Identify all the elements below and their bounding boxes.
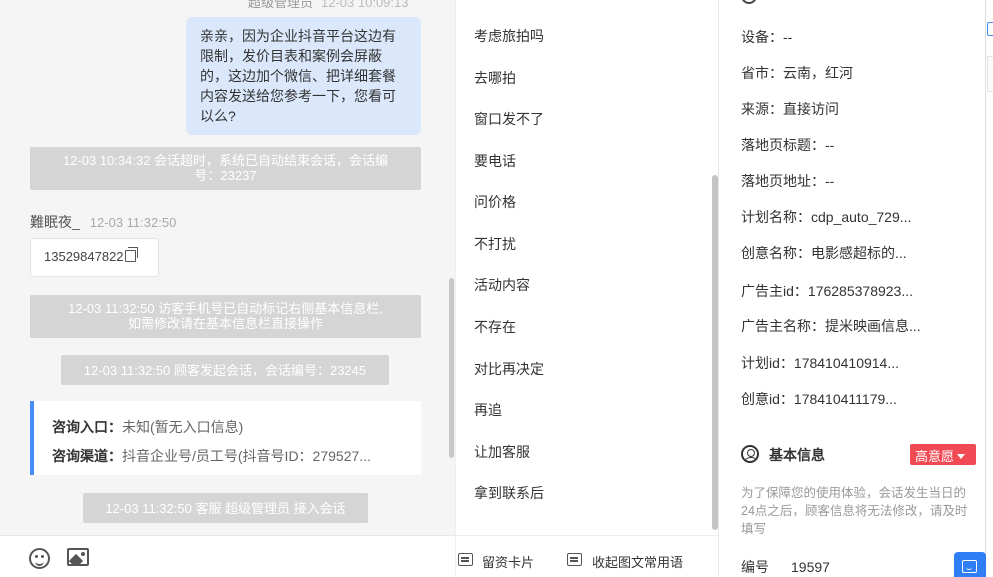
phrase-item[interactable]: 让加客服 bbox=[474, 442, 530, 462]
image-icon[interactable] bbox=[67, 548, 89, 566]
phrases-toolbar: 留资卡片 收起图文常用语 bbox=[456, 535, 719, 577]
phrase-item[interactable]: 再追 bbox=[474, 400, 502, 420]
info-label: 省市： bbox=[741, 65, 783, 81]
user-icon bbox=[741, 445, 759, 463]
info-row-plan-id: 计划id：178410410914... bbox=[741, 353, 899, 373]
info-value: -- bbox=[825, 173, 835, 189]
emoji-icon[interactable] bbox=[29, 548, 50, 569]
visitor-meta: 難眠夜_ 12-03 11:32:50 bbox=[30, 212, 176, 232]
info-value: 电影感超标的... bbox=[811, 245, 907, 261]
phrase-item[interactable]: 要电话 bbox=[474, 151, 516, 171]
chat-toolbar bbox=[0, 535, 455, 577]
system-message-line: 如需修改请在基本信息栏直接操作 bbox=[127, 316, 323, 331]
channel-value: 抖音企业号/员工号(抖音号ID：279527... bbox=[122, 448, 371, 464]
info-value: 178410410914... bbox=[793, 355, 900, 371]
phrase-item[interactable]: 考虑旅拍吗 bbox=[474, 26, 544, 46]
phrase-item[interactable]: 窗口发不了 bbox=[474, 109, 544, 129]
info-label: 编号 bbox=[741, 559, 769, 575]
system-message-timeout: 12-03 10:34:32 会话超时，系统已自动结束会话，会话编 号：2323… bbox=[30, 147, 421, 190]
intent-badge-label: 高意愿 bbox=[915, 449, 955, 464]
copy-icon[interactable] bbox=[124, 247, 138, 262]
basic-info-title: 基本信息 bbox=[769, 447, 825, 463]
visitor-timestamp: 12-03 11:32:50 bbox=[89, 215, 177, 230]
info-row-creative-id: 创意id：178410411179... bbox=[741, 389, 897, 409]
message-meta: 超级管理员 12-03 10:09:13 bbox=[248, 0, 408, 11]
info-value: -- bbox=[783, 29, 793, 45]
info-label: 创意名称： bbox=[741, 245, 811, 261]
visitor-name: 難眠夜_ bbox=[30, 214, 80, 230]
info-value: 176285378923... bbox=[807, 283, 914, 299]
info-label: 广告主id： bbox=[741, 283, 808, 299]
outgoing-message-bubble: 亲亲，因为企业抖音平台这边有限制，发价目表和案例会屏蔽的，这边加个微信、把详细套… bbox=[186, 17, 421, 135]
edge-tab[interactable] bbox=[987, 22, 993, 36]
chat-float-button[interactable] bbox=[954, 552, 986, 577]
info-row-landing-title: 落地页标题：-- bbox=[741, 135, 834, 155]
info-row-region: 省市：云南，红河 bbox=[741, 63, 853, 83]
info-row-creative-name: 创意名称：电影感超标的... bbox=[741, 243, 907, 263]
card-icon bbox=[458, 553, 473, 566]
channel-row: 咨询渠道：抖音企业号/员工号(抖音号ID：279527... bbox=[52, 442, 421, 471]
info-row-advertiser-name: 广告主名称：提米映画信息... bbox=[741, 316, 921, 336]
info-label: 计划名称： bbox=[741, 209, 811, 225]
chat-scrollbar[interactable] bbox=[449, 278, 454, 458]
customer-info-panel: 设备：-- 省市：云南，红河 来源：直接访问 落地页标题：-- 落地页地址：--… bbox=[719, 0, 985, 577]
caret-down-icon bbox=[957, 454, 966, 459]
quick-phrases-panel: 考虑旅拍吗 去哪拍 窗口发不了 要电话 问价格 不打扰 活动内容 不存在 对比再… bbox=[455, 0, 719, 577]
visitor-phone[interactable]: 13529847822 bbox=[44, 249, 124, 264]
system-message-agent-joined: 12-03 11:32:50 客服 超级管理员 接入会话 bbox=[83, 493, 368, 523]
entry-label: 咨询入口： bbox=[52, 419, 122, 435]
info-section-icon bbox=[741, 0, 757, 4]
info-label: 广告主名称： bbox=[741, 318, 825, 334]
info-row-landing-url: 落地页地址：-- bbox=[741, 171, 834, 191]
phrase-item[interactable]: 拿到联系后 bbox=[474, 483, 544, 503]
system-message-line: 12-03 10:34:32 会话超时，系统已自动结束会话，会话编 bbox=[62, 153, 389, 168]
phrase-item[interactable]: 不打扰 bbox=[474, 234, 516, 254]
chat-icon bbox=[962, 560, 977, 573]
info-value: -- bbox=[825, 137, 835, 153]
edit-notice: 为了保障您的使用体验，会话发生当日的24点之后，顾客信息将无法修改，请及时填写 bbox=[741, 486, 968, 536]
info-value: 提米映画信息... bbox=[825, 318, 921, 334]
collapse-phrases-button[interactable]: 收起图文常用语 bbox=[592, 552, 683, 571]
info-label: 创意id： bbox=[741, 391, 794, 407]
info-value: cdp_auto_729... bbox=[811, 209, 912, 225]
info-row-plan-name: 计划名称：cdp_auto_729... bbox=[741, 207, 911, 227]
entry-info-card: 咨询入口：未知(暂无入口信息) 咨询渠道：抖音企业号/员工号(抖音号ID：279… bbox=[30, 401, 421, 475]
collapse-phrases-icon bbox=[567, 553, 582, 566]
chat-panel: 超级管理员 12-03 10:09:13 亲亲，因为企业抖音平台这边有限制，发价目… bbox=[0, 0, 455, 577]
edge-tab[interactable] bbox=[987, 56, 993, 92]
system-message-line: 号：23237 bbox=[194, 168, 257, 183]
channel-label: 咨询渠道： bbox=[52, 448, 122, 464]
phrase-item[interactable]: 不存在 bbox=[474, 317, 516, 337]
system-message-phone-marked: 12-03 11:32:50 访客手机号已自动标记右侧基本信息栏, 如需修改请在… bbox=[30, 295, 421, 338]
phrase-item[interactable]: 去哪拍 bbox=[474, 68, 516, 88]
leave-card-button[interactable]: 留资卡片 bbox=[482, 552, 534, 571]
info-label: 来源： bbox=[741, 101, 783, 117]
info-label: 落地页地址： bbox=[741, 173, 825, 189]
info-value: 直接访问 bbox=[783, 101, 839, 117]
info-row-id: 编号 19597 bbox=[741, 557, 830, 577]
entry-value: 未知(暂无入口信息) bbox=[122, 419, 244, 435]
system-message-session-started: 12-03 11:32:50 顾客发起会话，会话编号：23245 bbox=[61, 355, 389, 385]
entry-row: 咨询入口：未知(暂无入口信息) bbox=[52, 413, 421, 442]
info-value: 云南，红河 bbox=[783, 65, 853, 81]
info-row-device: 设备：-- bbox=[741, 27, 792, 47]
sender-name: 超级管理员 bbox=[248, 0, 314, 10]
message-timestamp: 12-03 10:09:13 bbox=[321, 0, 409, 10]
info-value: 19597 bbox=[791, 559, 830, 575]
info-value: 178410411179... bbox=[793, 391, 897, 407]
phrase-item[interactable]: 对比再决定 bbox=[474, 359, 544, 379]
visitor-phone-bubble: 13529847822 bbox=[30, 238, 159, 277]
intent-badge-dropdown[interactable]: 高意愿 bbox=[910, 444, 976, 465]
phrase-item[interactable]: 活动内容 bbox=[474, 275, 530, 295]
info-label: 设备： bbox=[741, 29, 783, 45]
info-row-source: 来源：直接访问 bbox=[741, 99, 839, 119]
info-label: 计划id： bbox=[741, 355, 794, 371]
system-message-line: 12-03 11:32:50 访客手机号已自动标记右侧基本信息栏, bbox=[68, 301, 383, 316]
info-row-advertiser-id: 广告主id：176285378923... bbox=[741, 281, 913, 301]
phrase-item[interactable]: 问价格 bbox=[474, 192, 516, 212]
info-label: 落地页标题： bbox=[741, 137, 825, 153]
